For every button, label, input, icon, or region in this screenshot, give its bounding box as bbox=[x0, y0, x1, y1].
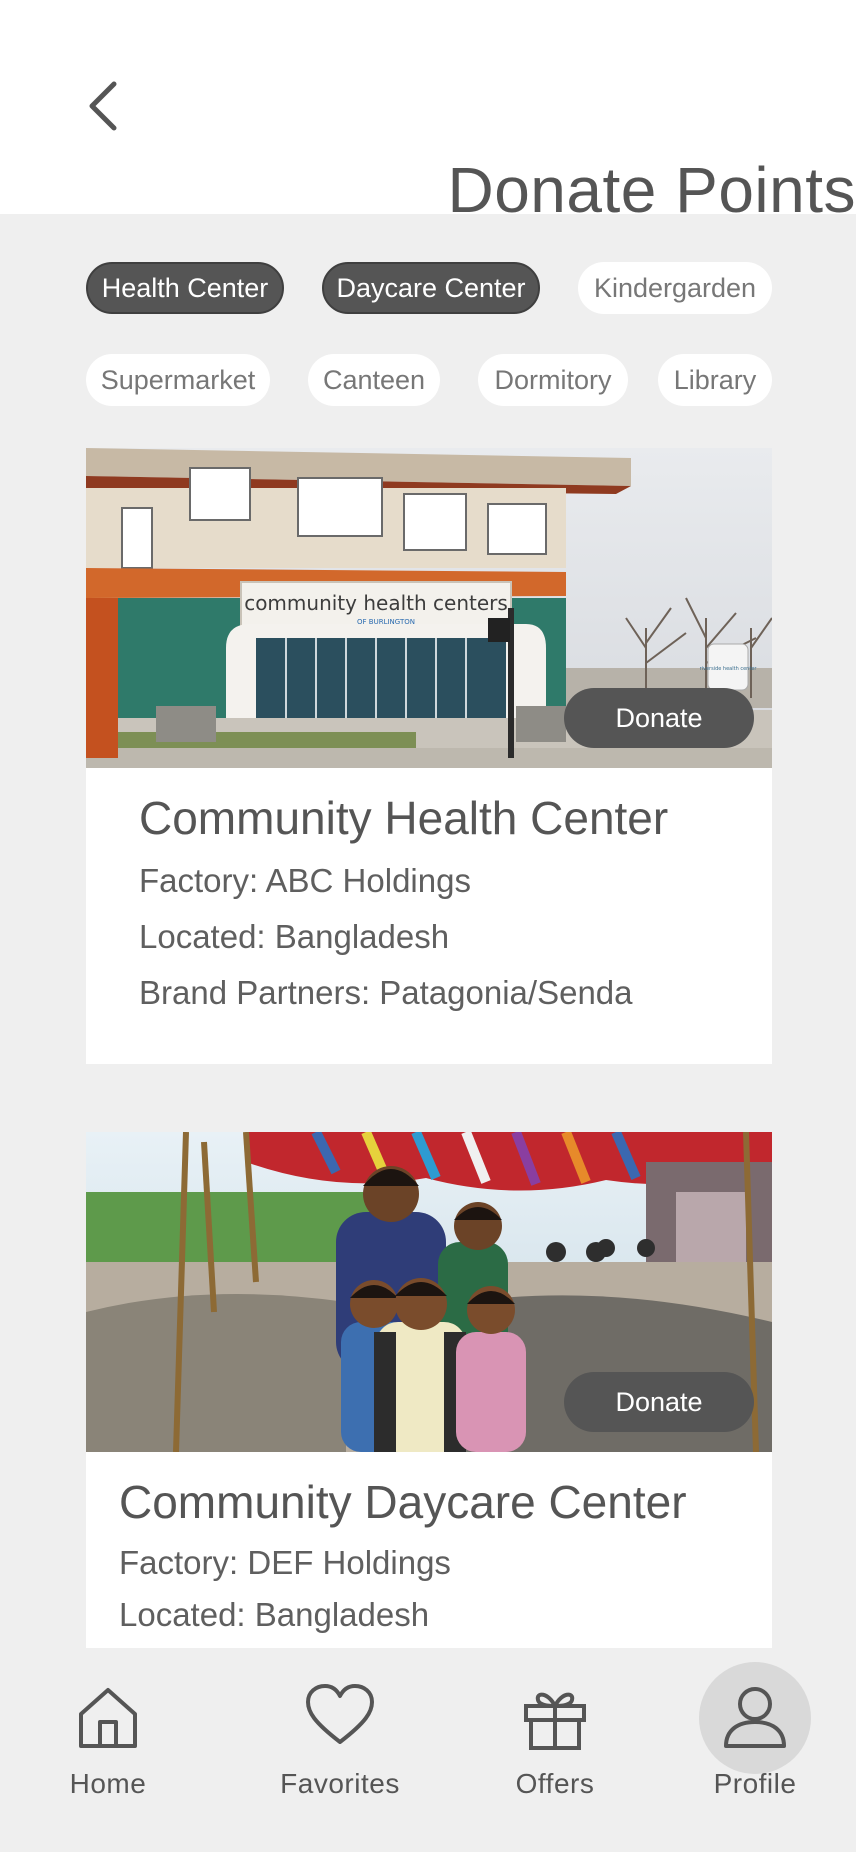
chevron-left-icon bbox=[89, 81, 117, 131]
filter-chip-health-center[interactable]: Health Center bbox=[86, 262, 284, 314]
photo-side-sign-text: riverside health center bbox=[700, 666, 758, 672]
filter-chip-canteen[interactable]: Canteen bbox=[308, 354, 440, 406]
filter-chip-kindergarden[interactable]: Kindergarden bbox=[578, 262, 772, 314]
photo-sign-text: community health centers bbox=[244, 591, 508, 615]
nav-favorites-label: Favorites bbox=[280, 1768, 400, 1799]
filter-chip-dormitory[interactable]: Dormitory bbox=[478, 354, 628, 406]
facility-factory: Factory: ABC Holdings bbox=[139, 862, 471, 899]
facility-card-health-center[interactable]: community health centers OF BURLINGTON r… bbox=[86, 448, 772, 1064]
nav-favorites[interactable]: Favorites bbox=[260, 1648, 420, 1852]
nav-offers[interactable]: Offers bbox=[475, 1648, 635, 1852]
nav-profile[interactable]: Profile bbox=[675, 1648, 835, 1852]
facility-title: Community Daycare Center bbox=[119, 1476, 687, 1528]
filter-chip-supermarket[interactable]: Supermarket bbox=[86, 354, 270, 406]
facility-location: Located: Bangladesh bbox=[119, 1596, 430, 1633]
facility-factory: Factory: DEF Holdings bbox=[119, 1544, 451, 1581]
filter-chip-library[interactable]: Library bbox=[658, 354, 772, 406]
nav-home[interactable]: Home bbox=[28, 1648, 188, 1852]
user-icon bbox=[724, 1687, 786, 1748]
back-button[interactable] bbox=[78, 72, 134, 140]
donate-button[interactable]: Donate bbox=[564, 688, 754, 748]
home-icon bbox=[79, 1688, 137, 1748]
facility-title: Community Health Center bbox=[139, 792, 669, 844]
facility-brand-partners: Brand Partners: Patagonia/Senda bbox=[139, 974, 633, 1011]
facility-card-daycare-center[interactable]: Donate Community Daycare Center Factory:… bbox=[86, 1132, 772, 1648]
nav-home-label: Home bbox=[69, 1768, 147, 1799]
nav-profile-label: Profile bbox=[713, 1768, 797, 1799]
bottom-nav: Home Favorites Offers Profile bbox=[0, 1648, 856, 1852]
page-title: Donate Points bbox=[447, 154, 856, 226]
heart-icon bbox=[306, 1684, 374, 1744]
donate-button[interactable]: Donate bbox=[564, 1372, 754, 1432]
facility-location: Located: Bangladesh bbox=[139, 918, 450, 955]
filter-chip-daycare-center[interactable]: Daycare Center bbox=[322, 262, 540, 314]
gift-icon bbox=[524, 1692, 586, 1750]
nav-offers-label: Offers bbox=[515, 1768, 595, 1799]
